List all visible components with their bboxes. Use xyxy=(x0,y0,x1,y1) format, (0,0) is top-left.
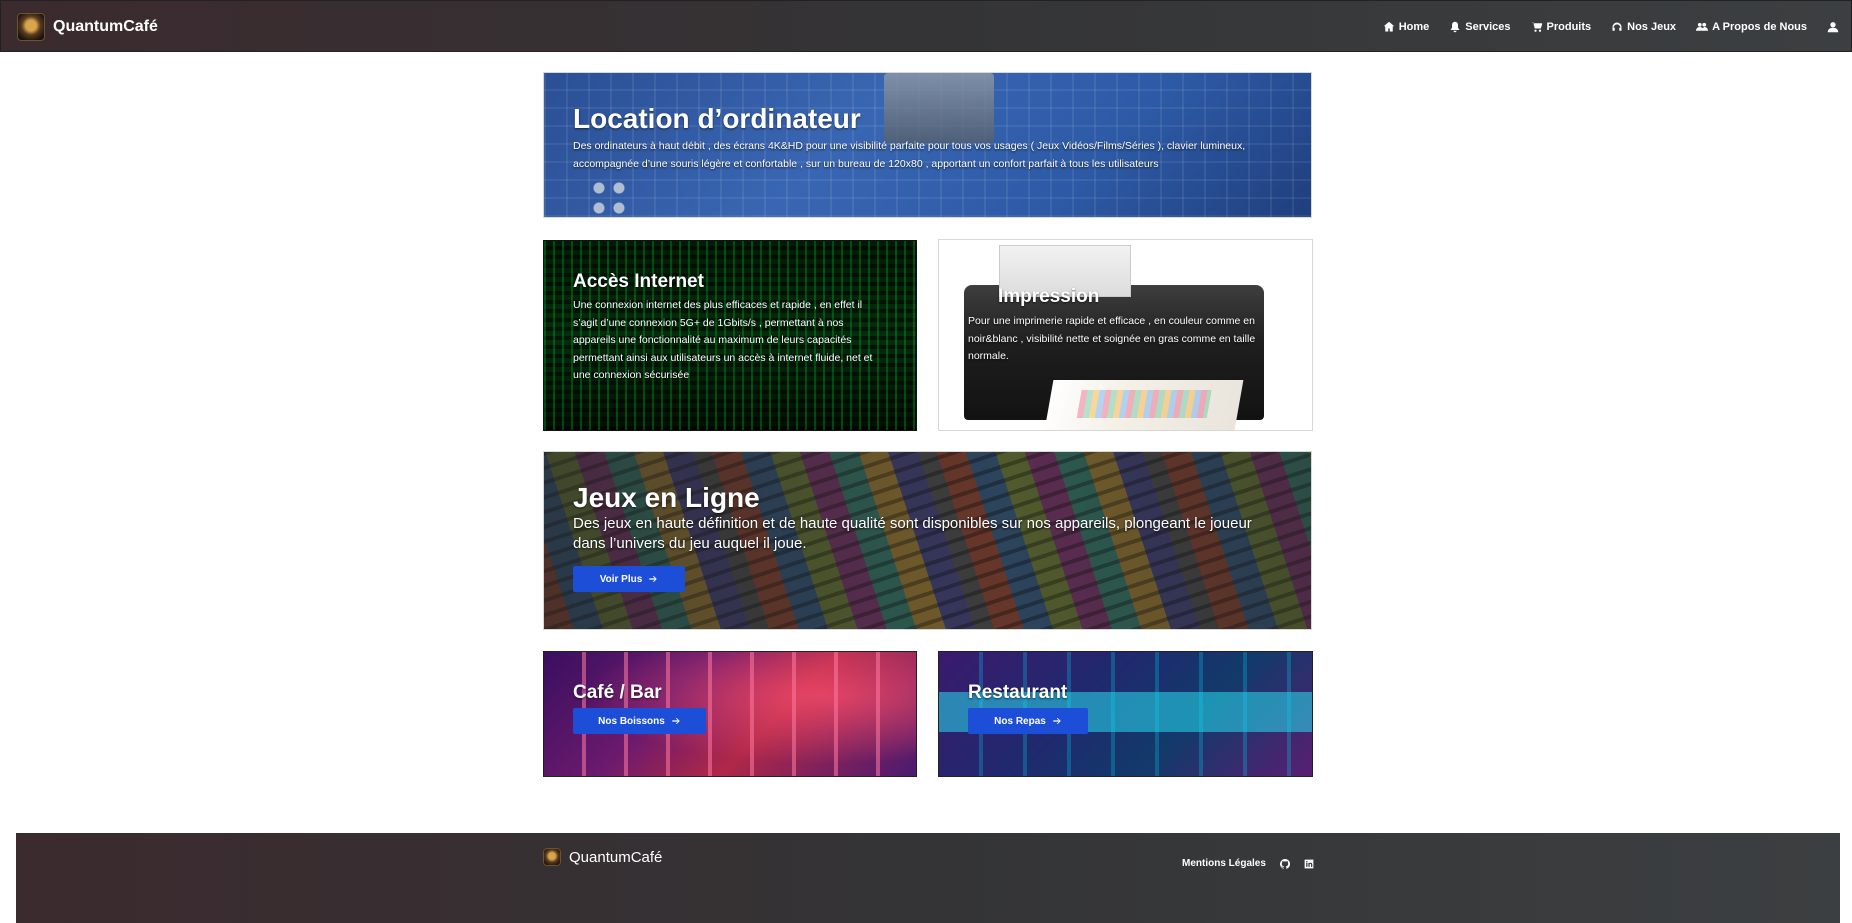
card-text: Une connexion internet des plus efficace… xyxy=(573,299,873,381)
card-content: Jeux en Ligne Des jeux en haute définiti… xyxy=(573,482,1273,592)
github-icon[interactable] xyxy=(1279,858,1290,869)
user-icon xyxy=(1827,22,1839,33)
card-text: Pour une imprimerie rapide et efficace ,… xyxy=(968,315,1256,362)
card-text: Des ordinateurs à haut débit , des écran… xyxy=(573,140,1246,170)
card-location: Location d’ordinateur Des ordinateurs à … xyxy=(543,72,1312,218)
nos-repas-button[interactable]: Nos Repas xyxy=(968,708,1088,734)
home-icon xyxy=(1383,21,1394,32)
card-jeux: Jeux en Ligne Des jeux en haute définiti… xyxy=(543,451,1312,630)
arrow-right-icon xyxy=(672,717,680,725)
card-title: Café / Bar xyxy=(573,682,662,703)
arrow-right-icon xyxy=(1053,717,1061,725)
brand-name: QuantumCafé xyxy=(53,18,158,35)
nav-item-services[interactable]: Services xyxy=(1449,21,1511,33)
cart-icon xyxy=(1531,22,1542,32)
card-content: Accès Internet Une connexion internet de… xyxy=(573,271,888,385)
printer-paper xyxy=(1044,380,1244,430)
nav-item-label: Home xyxy=(1398,21,1430,33)
card-restaurant: Restaurant Nos Repas xyxy=(938,651,1313,777)
button-label: Nos Boissons xyxy=(598,715,665,727)
card-title: Restaurant xyxy=(968,682,1068,703)
footer-logo xyxy=(543,848,561,866)
bell-icon xyxy=(1450,21,1460,33)
linkedin-icon[interactable] xyxy=(1304,859,1314,869)
card-text: Des jeux en haute définition et de haute… xyxy=(573,515,1252,552)
card-content: Restaurant Nos Repas xyxy=(968,682,1288,734)
navbar: QuantumCafé Home Services Produits Nos J… xyxy=(0,0,1852,52)
card-title: Impression xyxy=(998,286,1100,307)
card-impression: Impression Pour une imprimerie rapide et… xyxy=(938,239,1313,431)
card-title: Jeux en Ligne xyxy=(573,482,760,513)
nav-item-produits[interactable]: Produits xyxy=(1531,21,1592,33)
card-content: Impression Pour une imprimerie rapide et… xyxy=(968,286,1293,366)
arrow-right-icon xyxy=(649,575,658,583)
footer-brand-name: QuantumCafé xyxy=(569,848,663,866)
nav-links: Home Services Produits Nos Jeux A Propos… xyxy=(1383,21,1839,33)
brand-logo xyxy=(17,13,45,41)
nav-item-home[interactable]: Home xyxy=(1383,21,1430,33)
card-internet: Accès Internet Une connexion internet de… xyxy=(543,240,917,431)
button-label: Nos Repas xyxy=(994,715,1046,727)
footer-brand[interactable]: QuantumCafé xyxy=(543,848,662,866)
nos-boissons-button[interactable]: Nos Boissons xyxy=(573,708,706,734)
button-label: Voir Plus xyxy=(599,573,643,585)
card-title: Accès Internet xyxy=(573,271,704,292)
headphones-icon xyxy=(1612,22,1622,31)
card-content: Location d’ordinateur Des ordinateurs à … xyxy=(573,103,1273,173)
nav-item-nos-jeux[interactable]: Nos Jeux xyxy=(1611,21,1676,33)
footer: QuantumCafé Mentions Légales xyxy=(16,833,1840,923)
nav-item-label: Services xyxy=(1465,21,1511,33)
nav-item-label: Nos Jeux xyxy=(1627,21,1677,33)
card-cafe-bar: Café / Bar Nos Boissons xyxy=(543,651,917,777)
mentions-legales-link[interactable]: Mentions Légales xyxy=(1182,858,1266,869)
brand[interactable]: QuantumCafé xyxy=(17,13,158,41)
card-content: Café / Bar Nos Boissons xyxy=(573,682,893,734)
nav-item-a-propos[interactable]: A Propos de Nous xyxy=(1696,21,1807,33)
users-icon xyxy=(1696,22,1709,31)
footer-links: Mentions Légales xyxy=(1182,858,1314,869)
nav-item-label: Produits xyxy=(1546,21,1592,33)
account-button[interactable] xyxy=(1827,21,1839,33)
nav-item-label: A Propos de Nous xyxy=(1712,21,1807,33)
circuit-dots xyxy=(589,178,629,217)
voir-plus-button[interactable]: Voir Plus xyxy=(573,566,685,592)
card-title: Location d’ordinateur xyxy=(573,103,861,134)
